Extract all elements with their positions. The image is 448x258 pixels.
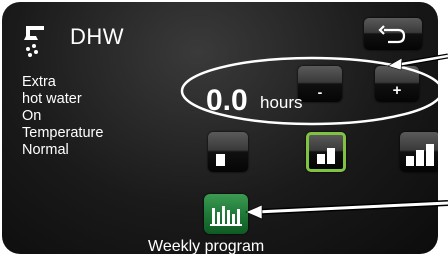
- hours-highlight-ellipse: [180, 56, 444, 126]
- annotation-overlay: [180, 53, 448, 220]
- callout-arrow-bottom: [245, 200, 448, 220]
- callout-arrow-top: [387, 53, 448, 71]
